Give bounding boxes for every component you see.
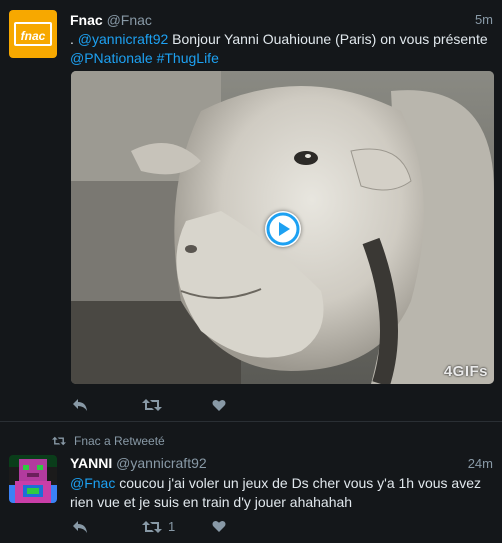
- like-button[interactable]: [212, 399, 226, 412]
- reply-icon: [73, 520, 87, 533]
- tweet-header: Fnac @Fnac: [70, 12, 152, 28]
- display-name[interactable]: Fnac: [70, 12, 103, 28]
- reply-icon: [73, 399, 87, 411]
- fnac-logo: fnac: [14, 22, 52, 46]
- tweet-actions: 1: [72, 519, 226, 534]
- retweet-icon: [142, 399, 162, 411]
- like-icon: [212, 520, 226, 532]
- like-icon: [212, 399, 226, 411]
- mention-link[interactable]: @PNationale: [70, 50, 153, 66]
- minecraft-avatar: [9, 455, 57, 503]
- tweet-yanni[interactable]: Fnac a Retweeté YANNI @yannicraft92 24m …: [0, 422, 502, 543]
- retweeted-by-label[interactable]: Fnac a Retweeté: [74, 434, 165, 448]
- like-button[interactable]: [212, 520, 226, 533]
- retweet-icon: [52, 436, 66, 446]
- retweet-count: 1: [168, 519, 176, 534]
- user-handle[interactable]: @Fnac: [107, 12, 152, 28]
- user-handle[interactable]: @yannicraft92: [116, 455, 206, 471]
- timestamp[interactable]: 5m: [475, 12, 493, 27]
- display-name[interactable]: YANNI: [70, 455, 112, 471]
- tweet-text: @Fnac coucou j'ai voler un jeux de Ds ch…: [70, 474, 495, 512]
- text-prefix: .: [70, 31, 78, 47]
- tweet-fnac[interactable]: fnac Fnac @Fnac 5m . @yannicraft92 Bonjo…: [0, 0, 502, 422]
- mention-link[interactable]: @yannicraft92: [78, 31, 168, 47]
- hashtag-link[interactable]: #ThugLife: [157, 50, 219, 66]
- mention-link[interactable]: @Fnac: [70, 475, 115, 491]
- text-body: Bonjour Yanni Ouahioune (Paris) on vous …: [168, 31, 488, 47]
- tweet-text: . @yannicraft92 Bonjour Yanni Ouahioune …: [70, 30, 490, 68]
- retweet-button[interactable]: 1: [142, 519, 212, 534]
- tweet-actions: [72, 398, 226, 412]
- play-button[interactable]: [265, 211, 301, 247]
- retweet-button[interactable]: [142, 398, 212, 412]
- tweet-header: YANNI @yannicraft92: [70, 455, 207, 471]
- reply-button[interactable]: [72, 398, 142, 412]
- reply-button[interactable]: [72, 520, 142, 534]
- avatar[interactable]: fnac: [9, 10, 57, 58]
- avatar[interactable]: [9, 455, 57, 503]
- gif-watermark: 4GIFs: [443, 363, 488, 380]
- retweet-context: Fnac a Retweeté: [52, 434, 165, 448]
- timestamp[interactable]: 24m: [468, 456, 493, 471]
- play-icon: [266, 212, 300, 246]
- retweet-icon: [142, 520, 162, 533]
- text-body: coucou j'ai voler un jeux de Ds cher vou…: [70, 475, 481, 510]
